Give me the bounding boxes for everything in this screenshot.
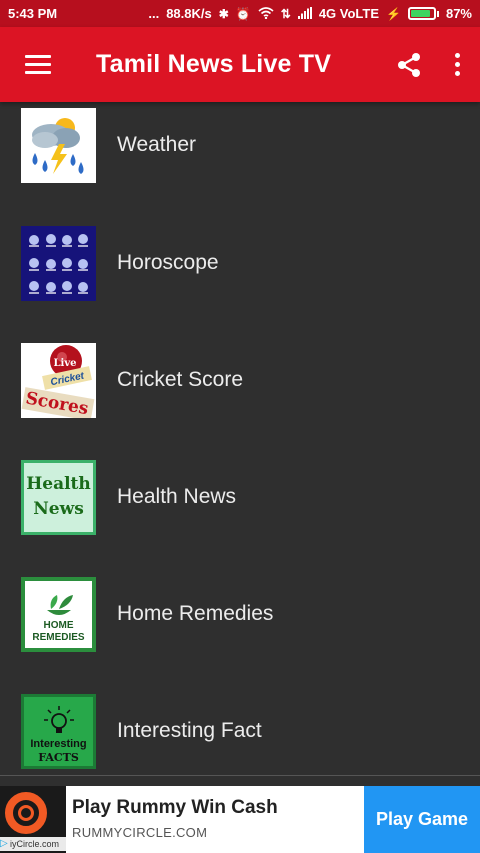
category-list: Weather Horoscope Live Cricket Scores Cr… xyxy=(0,102,480,775)
ad-domain: RUMMYCIRCLE.COM xyxy=(72,825,208,840)
list-item-home-remedies[interactable]: HOME REMEDIES Home Remedies xyxy=(0,559,480,669)
ad-headline[interactable]: Play Rummy Win Cash xyxy=(72,797,364,819)
wifi-icon xyxy=(258,6,274,21)
home-thumb-line2: REMEDIES xyxy=(32,631,85,643)
more-options-button[interactable] xyxy=(434,27,480,102)
share-button[interactable] xyxy=(384,27,434,102)
fact-thumb-line2: FACTS xyxy=(38,750,79,764)
weather-thumbnail xyxy=(21,107,96,183)
cricket-thumb-scores: Scores xyxy=(24,388,90,418)
leaf-bowl-icon xyxy=(46,594,73,615)
health-news-thumbnail: Health News xyxy=(21,459,96,535)
health-thumb-line1: Health xyxy=(26,474,91,494)
more-vert-icon xyxy=(454,53,460,76)
net-speed: 88.8K/s xyxy=(166,6,212,21)
home-thumb-line1: HOME xyxy=(43,619,74,631)
cricket-score-thumbnail: Live Cricket Scores xyxy=(21,342,96,418)
list-item-cricket-score[interactable]: Live Cricket Scores Cricket Score xyxy=(0,325,480,435)
status-time: 5:43 PM xyxy=(8,6,58,21)
navigation-menu-button[interactable] xyxy=(0,27,76,102)
fact-thumb-line1: Interesting xyxy=(30,737,87,750)
list-item-label: Cricket Score xyxy=(117,368,244,391)
ad-banner[interactable]: iyCircle.com ▷ Play Rummy Win Cash RUMMY… xyxy=(0,786,480,853)
share-icon xyxy=(398,52,420,77)
list-item-horoscope[interactable]: Horoscope xyxy=(0,208,480,318)
list-divider xyxy=(0,775,480,776)
network-type: 4G VoLTE xyxy=(318,6,380,21)
battery-icon xyxy=(407,7,439,20)
bluetooth-icon: ✱ xyxy=(218,6,229,21)
charging-icon: ⚡ xyxy=(386,6,401,21)
list-item-label: Weather xyxy=(117,133,196,156)
health-thumb-line2: News xyxy=(33,499,84,519)
list-item-label: Horoscope xyxy=(117,251,219,274)
list-item-label: Health News xyxy=(117,485,237,508)
signal-icon xyxy=(297,6,312,21)
list-item-weather[interactable]: Weather xyxy=(0,102,480,200)
home-remedies-thumbnail: HOME REMEDIES xyxy=(21,576,96,652)
status-bar: 5:43 PM ... 88.8K/s ✱ ⏰ ⇅ 4G VoLTE ⚡ 87% xyxy=(0,0,480,27)
cricket-thumb-live: Live xyxy=(53,358,76,369)
list-item-health-news[interactable]: Health News Health News xyxy=(0,442,480,552)
app-title: Tamil News Live TV xyxy=(96,50,332,78)
lightbulb-icon xyxy=(43,705,74,733)
play-game-button[interactable]: Play Game xyxy=(364,786,480,853)
interesting-facts-thumbnail: Interesting FACTS xyxy=(21,693,96,769)
data-transfer-icon: ⇅ xyxy=(280,6,291,21)
cricket-thumb-cricket: Cricket xyxy=(50,370,86,388)
hamburger-menu-icon xyxy=(25,55,51,74)
app-bar: Tamil News Live TV xyxy=(0,27,480,102)
horoscope-thumbnail xyxy=(21,225,96,301)
adchoices-icon[interactable]: ▷ xyxy=(0,837,10,851)
status-dots: ... xyxy=(148,6,160,21)
alarm-icon: ⏰ xyxy=(235,6,251,21)
rummycircle-logo[interactable]: iyCircle.com ▷ xyxy=(0,786,66,853)
ad-text[interactable]: Play Rummy Win Cash RUMMYCIRCLE.COM xyxy=(66,786,364,853)
battery-percent: 87% xyxy=(445,6,472,21)
list-item-label: Interesting Fact xyxy=(117,719,262,742)
list-item-interesting-fact[interactable]: Interesting FACTS Interesting Fact xyxy=(0,676,480,775)
list-item-label: Home Remedies xyxy=(117,602,274,625)
